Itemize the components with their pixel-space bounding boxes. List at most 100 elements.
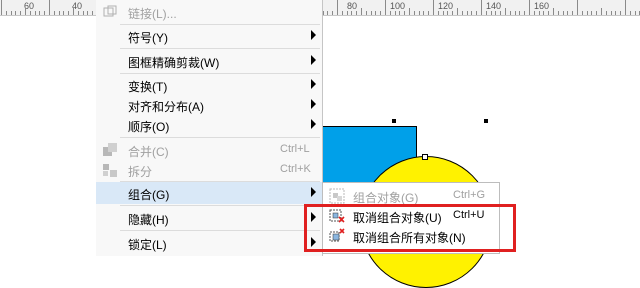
ruler-tick (467, 11, 468, 15)
menu-separator (120, 137, 320, 138)
submenu-arrow-icon (311, 30, 316, 40)
ruler-tick (515, 11, 516, 15)
menu-item-label: 顺序(O) (128, 120, 170, 134)
ruler-tick (327, 11, 328, 15)
ruler-tick (567, 11, 568, 15)
menu-item-lock[interactable]: 锁定(L) (96, 232, 322, 254)
ruler-label: 80 (347, 1, 358, 11)
ruler-label: 160 (534, 1, 550, 11)
ruler-tick (625, 0, 626, 15)
menu-separator (120, 48, 320, 49)
ruler-tick (457, 8, 458, 15)
ruler-tick (342, 11, 343, 15)
ruler-tick (30, 11, 31, 15)
ruler-tick (351, 11, 352, 15)
ruler-tick (587, 11, 588, 15)
ruler-tick (582, 11, 583, 15)
menu-item-label: 拆分 (128, 165, 153, 179)
ruler-tick (59, 11, 60, 15)
ruler-tick (505, 8, 506, 15)
ruler-tick (443, 11, 444, 15)
ruler-tick (35, 11, 36, 15)
ruler-label: 140 (486, 1, 502, 11)
ruler-tick (385, 0, 386, 15)
ruler-tick (419, 11, 420, 15)
ruler-tick (356, 11, 357, 15)
ruler-tick (78, 11, 79, 15)
menu-separator (120, 230, 320, 231)
ruler-tick (563, 11, 564, 15)
ruler-tick (347, 11, 348, 15)
ruler-tick (529, 0, 530, 15)
menu-item-transform[interactable]: 变换(T) (96, 74, 322, 96)
menu-item-shortcut: Ctrl+L (280, 143, 310, 155)
ruler-tick (606, 11, 607, 15)
ruler-tick (596, 11, 597, 15)
menu-item-label: 组合(G) (128, 188, 170, 202)
menu-item-order[interactable]: 顺序(O) (96, 114, 322, 136)
ruler-tick (332, 11, 333, 15)
selection-handle[interactable] (484, 119, 488, 123)
menu-item-label: 锁定(L) (128, 238, 167, 252)
menu-item-label: 隐藏(H) (128, 213, 169, 227)
ruler-tick (519, 11, 520, 15)
ellipse-node-handle[interactable] (422, 154, 428, 160)
ruler-tick (380, 11, 381, 15)
highlight-box (304, 204, 516, 252)
menu-item-hide[interactable]: 隐藏(H) (96, 207, 322, 229)
ruler-tick (11, 11, 12, 15)
ruler-tick (462, 11, 463, 15)
ruler-tick (423, 11, 424, 15)
ruler-tick (399, 11, 400, 15)
menu-item-align-distribute[interactable]: 对齐和分布(A) (96, 94, 322, 116)
ruler-tick (438, 11, 439, 15)
menu-item-symbol[interactable]: 符号(Y) (96, 25, 322, 47)
ruler-tick (323, 11, 324, 15)
ruler-tick (495, 11, 496, 15)
ruler-tick (39, 11, 40, 15)
ruler-tick (471, 11, 472, 15)
ruler-tick (44, 11, 45, 15)
ruler-tick (395, 11, 396, 15)
selection-handle[interactable] (392, 119, 396, 123)
ruler-tick (591, 11, 592, 15)
ruler-tick (375, 11, 376, 15)
ruler-tick (534, 11, 535, 15)
ruler-tick (92, 11, 93, 15)
ruler-tick (635, 11, 636, 15)
ruler-tick (15, 11, 16, 15)
ruler-tick (49, 0, 50, 15)
ruler-tick (491, 11, 492, 15)
ruler-tick (83, 11, 84, 15)
ruler-tick (337, 0, 338, 15)
ruler-tick (452, 11, 453, 15)
menu-item-group[interactable]: 组合(G) (96, 182, 322, 204)
ruler-tick (548, 11, 549, 15)
ruler-tick (486, 11, 487, 15)
submenu-arrow-icon (311, 79, 316, 89)
ruler-tick (366, 11, 367, 15)
menu-item-combine[interactable]: 合并(C) Ctrl+L (96, 139, 322, 161)
submenu-arrow-icon (311, 187, 316, 197)
ruler-tick (558, 11, 559, 15)
ruler-tick (73, 8, 74, 15)
ruler-tick (6, 11, 7, 15)
submenu-arrow-icon (311, 99, 316, 109)
break-apart-icon (102, 162, 118, 178)
ruler-tick (553, 8, 554, 15)
menu-item-powerclip[interactable]: 图框精确剪裁(W) (96, 50, 322, 72)
ruler-tick (577, 0, 578, 15)
menu-item-link[interactable]: 链接(L)... (96, 1, 322, 23)
ruler-tick (361, 8, 362, 15)
menu-separator (120, 205, 320, 206)
submenu-arrow-icon (311, 55, 316, 65)
ruler-tick (433, 0, 434, 15)
menu-item-break-apart[interactable]: 拆分 Ctrl+K (96, 159, 322, 181)
ruler-tick (20, 11, 21, 15)
ruler-tick (409, 8, 410, 15)
menu-item-label: 对齐和分布(A) (128, 100, 204, 114)
ruler-tick (390, 11, 391, 15)
ruler-tick (630, 11, 631, 15)
ruler-label: 120 (438, 1, 454, 11)
ruler-tick (611, 11, 612, 15)
